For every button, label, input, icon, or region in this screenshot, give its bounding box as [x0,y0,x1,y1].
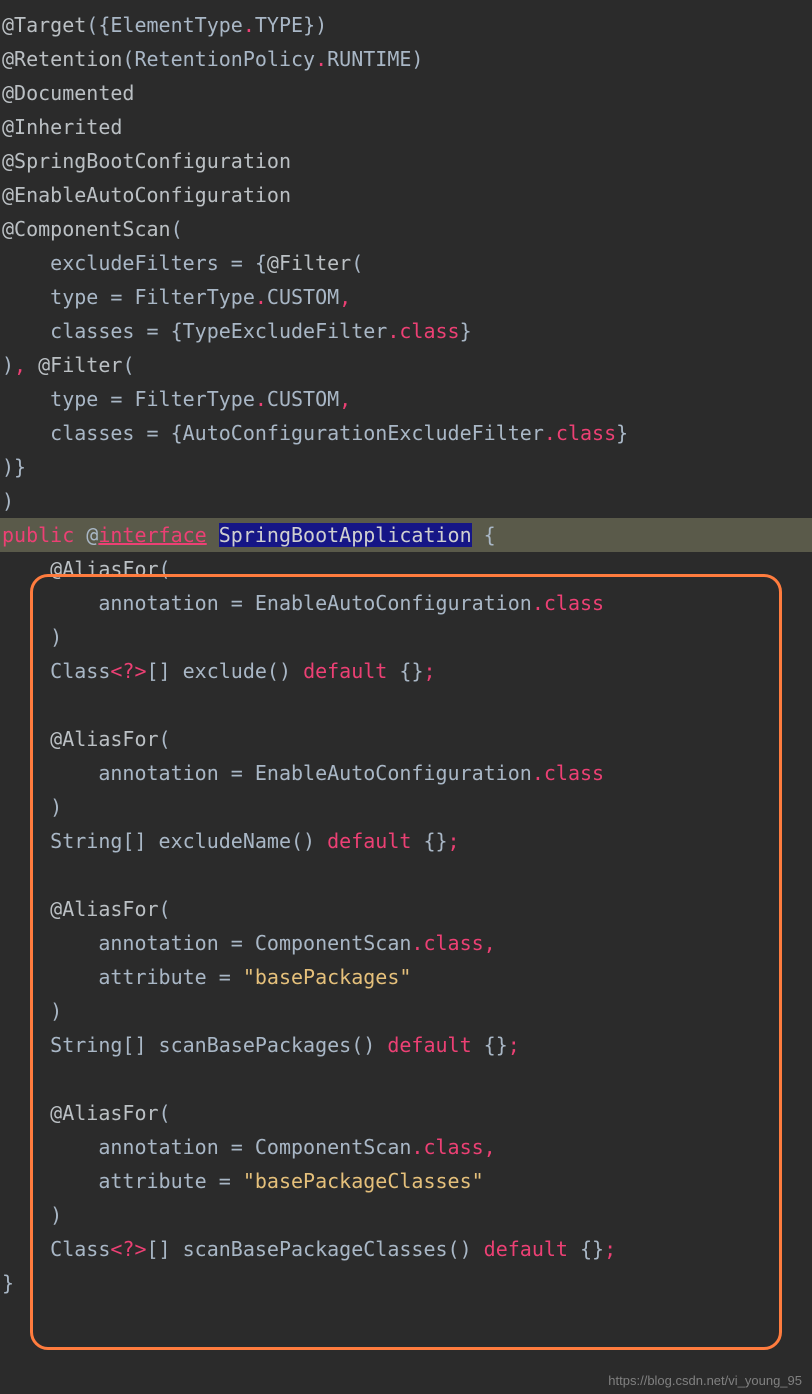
code-line: annotation = ComponentScan.class, [0,1130,812,1164]
code-line: @AliasFor( [0,552,812,586]
code-line: @Retention(RetentionPolicy.RUNTIME) [0,42,812,76]
code-line [0,1062,812,1096]
code-line-highlighted: public @interface SpringBootApplication … [0,518,812,552]
code-line: Class<?>[] scanBasePackageClasses() defa… [0,1232,812,1266]
code-line: annotation = EnableAutoConfiguration.cla… [0,756,812,790]
code-line: )} [0,450,812,484]
code-line: classes = {AutoConfigurationExcludeFilte… [0,416,812,450]
code-line: type = FilterType.CUSTOM, [0,280,812,314]
code-line: ) [0,484,812,518]
code-line: @Target({ElementType.TYPE}) [0,8,812,42]
code-line: @Inherited [0,110,812,144]
code-line: } [0,1266,812,1300]
code-line: @Documented [0,76,812,110]
code-line: classes = {TypeExcludeFilter.class} [0,314,812,348]
code-line: attribute = "basePackages" [0,960,812,994]
code-line: Class<?>[] exclude() default {}; [0,654,812,688]
code-line: ) [0,620,812,654]
code-editor[interactable]: @Target({ElementType.TYPE}) @Retention(R… [0,0,812,1308]
code-line: @ComponentScan( [0,212,812,246]
code-line: String[] excludeName() default {}; [0,824,812,858]
selected-identifier: SpringBootApplication [219,523,472,547]
code-line: @AliasFor( [0,892,812,926]
code-line: attribute = "basePackageClasses" [0,1164,812,1198]
code-line [0,688,812,722]
code-line: ), @Filter( [0,348,812,382]
code-line: @AliasFor( [0,1096,812,1130]
code-line: ) [0,1198,812,1232]
code-line: ) [0,994,812,1028]
code-line: ) [0,790,812,824]
code-line: @EnableAutoConfiguration [0,178,812,212]
code-line: excludeFilters = {@Filter( [0,246,812,280]
watermark-text: https://blog.csdn.net/vi_young_95 [608,1373,802,1388]
code-line: annotation = EnableAutoConfiguration.cla… [0,586,812,620]
code-line: @SpringBootConfiguration [0,144,812,178]
code-line [0,858,812,892]
code-line: @AliasFor( [0,722,812,756]
code-line: annotation = ComponentScan.class, [0,926,812,960]
code-line: type = FilterType.CUSTOM, [0,382,812,416]
code-line: String[] scanBasePackages() default {}; [0,1028,812,1062]
